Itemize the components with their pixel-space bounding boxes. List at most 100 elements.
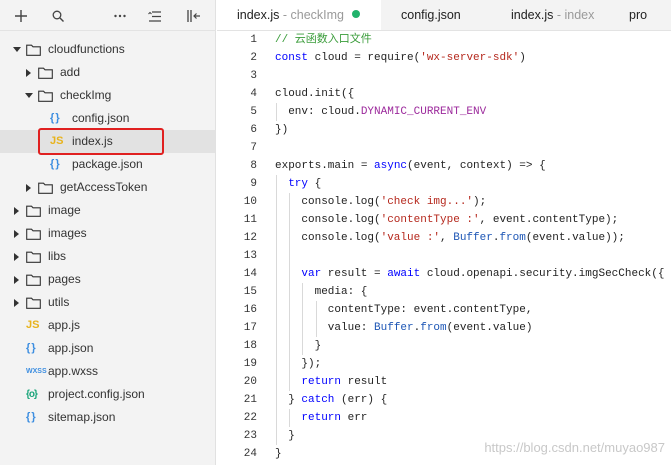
tree-file[interactable]: { } package.json [0,153,215,176]
code-tokens: // 云函数入口文件 [275,34,372,46]
modified-dot-icon [352,10,360,18]
chevron-right-icon[interactable] [24,61,34,84]
tree-folder[interactable]: checkImg [0,84,215,107]
indent-guide [289,355,291,373]
indent-guide [315,319,317,337]
chevron-right-icon[interactable] [12,245,22,268]
code-token: Buffer [374,322,414,334]
tree-folder[interactable]: images [0,222,215,245]
code-line: media: { [275,283,671,301]
code-tokens: exports.main = async(event, context) => … [275,160,546,172]
tree-file[interactable]: WXSS app.wxss [0,360,215,383]
json-file-icon: { } [50,158,60,170]
collapse-panel-icon[interactable] [185,7,203,25]
chevron-down-icon[interactable] [12,38,22,61]
tree-file[interactable]: { } app.json [0,337,215,360]
folder-icon [26,268,41,291]
tree-item-label: utils [48,295,70,309]
editor-tab[interactable]: pro [609,0,671,30]
code-editor[interactable]: 1 2 3 4 5 6 7 8 9 10 11 12 13 14 15 16 17 18 19 20 21 22 23 24 … [217,31,671,465]
json-file-icon: { } [50,112,60,124]
editor-tab[interactable]: config.json [381,0,491,30]
code-token: env: cloud. [288,106,361,118]
indent-guide [276,229,277,247]
tree-folder[interactable]: pages [0,268,215,291]
selection-highlight-box [38,128,164,155]
indent-guide [302,283,304,301]
chevron-right-icon[interactable] [12,222,22,245]
chevron-right-icon[interactable] [24,176,34,199]
editor-tab[interactable]: index.js - index [491,0,609,30]
tree-file[interactable]: { } sitemap.json [0,406,215,429]
code-token: (event, context) => { [407,160,546,172]
line-number: 23 [243,430,257,442]
tab-filename: index.js [237,8,280,22]
tree-file[interactable]: JS app.js [0,314,215,337]
tree-file[interactable]: { } config.json [0,107,215,130]
tree-item-label: cloudfunctions [48,42,125,56]
search-icon[interactable] [49,7,67,25]
code-tokens: }); [275,358,321,370]
code-token: ) [519,52,526,64]
code-tokens: return result [275,376,387,388]
chevron-right-icon[interactable] [12,291,22,314]
code-line: cloud.init({ [275,85,671,103]
indent-guide [276,211,277,229]
code-token: 'check img...' [380,196,474,208]
code-token: } [314,340,322,352]
plus-icon[interactable] [12,7,30,25]
file-tree: cloudfunctions add checkImg { } config.json J… [0,38,215,429]
line-number: 11 [243,214,257,226]
indent-guide [276,319,277,337]
cfg-file-icon: {o} [26,389,38,400]
indent-guide [276,373,277,391]
indent-guide [276,283,277,301]
chevron-right-icon[interactable] [12,268,22,291]
line-number: 22 [243,412,257,424]
code-token: cloud.init({ [275,88,355,100]
indent-guide [289,337,291,355]
code-tokens: try { [275,178,321,190]
folder-icon [38,176,53,199]
sort-icon[interactable] [146,7,164,25]
tree-folder[interactable]: image [0,199,215,222]
code-tokens: cloud.init({ [275,88,354,100]
code-token: (err) { [334,394,388,406]
line-number: 14 [243,268,257,280]
line-number: 16 [243,304,257,316]
tree-folder[interactable]: libs [0,245,215,268]
line-number: 10 [243,196,257,208]
code-tokens: env: cloud.DYNAMIC_CURRENT_ENV [275,106,486,118]
tree-folder[interactable]: cloudfunctions [0,38,215,61]
code-tokens: value: Buffer.from(event.value) [275,322,533,334]
line-number: 13 [243,250,257,262]
tree-file[interactable]: {o} project.config.json [0,383,215,406]
line-number: 12 [243,232,257,244]
tree-folder[interactable]: getAccessToken [0,176,215,199]
json-file-icon: { } [26,411,36,423]
tree-folder[interactable]: add [0,61,215,84]
code-token: }) [275,124,289,136]
code-token: , [440,232,454,244]
line-number: 8 [250,160,257,172]
code-tokens: console.log('value :', Buffer.from(event… [275,232,625,244]
more-icon[interactable] [111,7,129,25]
tab-filename: config.json [401,8,461,22]
code-token: console.log( [301,232,381,244]
line-number: 7 [250,142,257,154]
indent-guide [276,103,277,121]
chevron-down-icon[interactable] [24,84,34,107]
indent-guide [276,193,277,211]
tree-item-label: config.json [72,111,130,125]
indent-guide [289,229,291,247]
chevron-right-icon[interactable] [12,199,22,222]
indent-guide [276,301,277,319]
tree-folder[interactable]: utils [0,291,215,314]
code-token: 'wx-server-sdk' [420,52,520,64]
tree-item-label: add [60,65,81,79]
tree-item-label: libs [48,249,67,263]
code-token: value: [327,322,375,334]
code-area[interactable]: // 云函数入口文件 const cloud = require('wx-serv… [275,31,671,463]
tree-item-label: project.config.json [48,387,145,401]
editor-tab[interactable]: index.js - checkImg [217,0,381,30]
